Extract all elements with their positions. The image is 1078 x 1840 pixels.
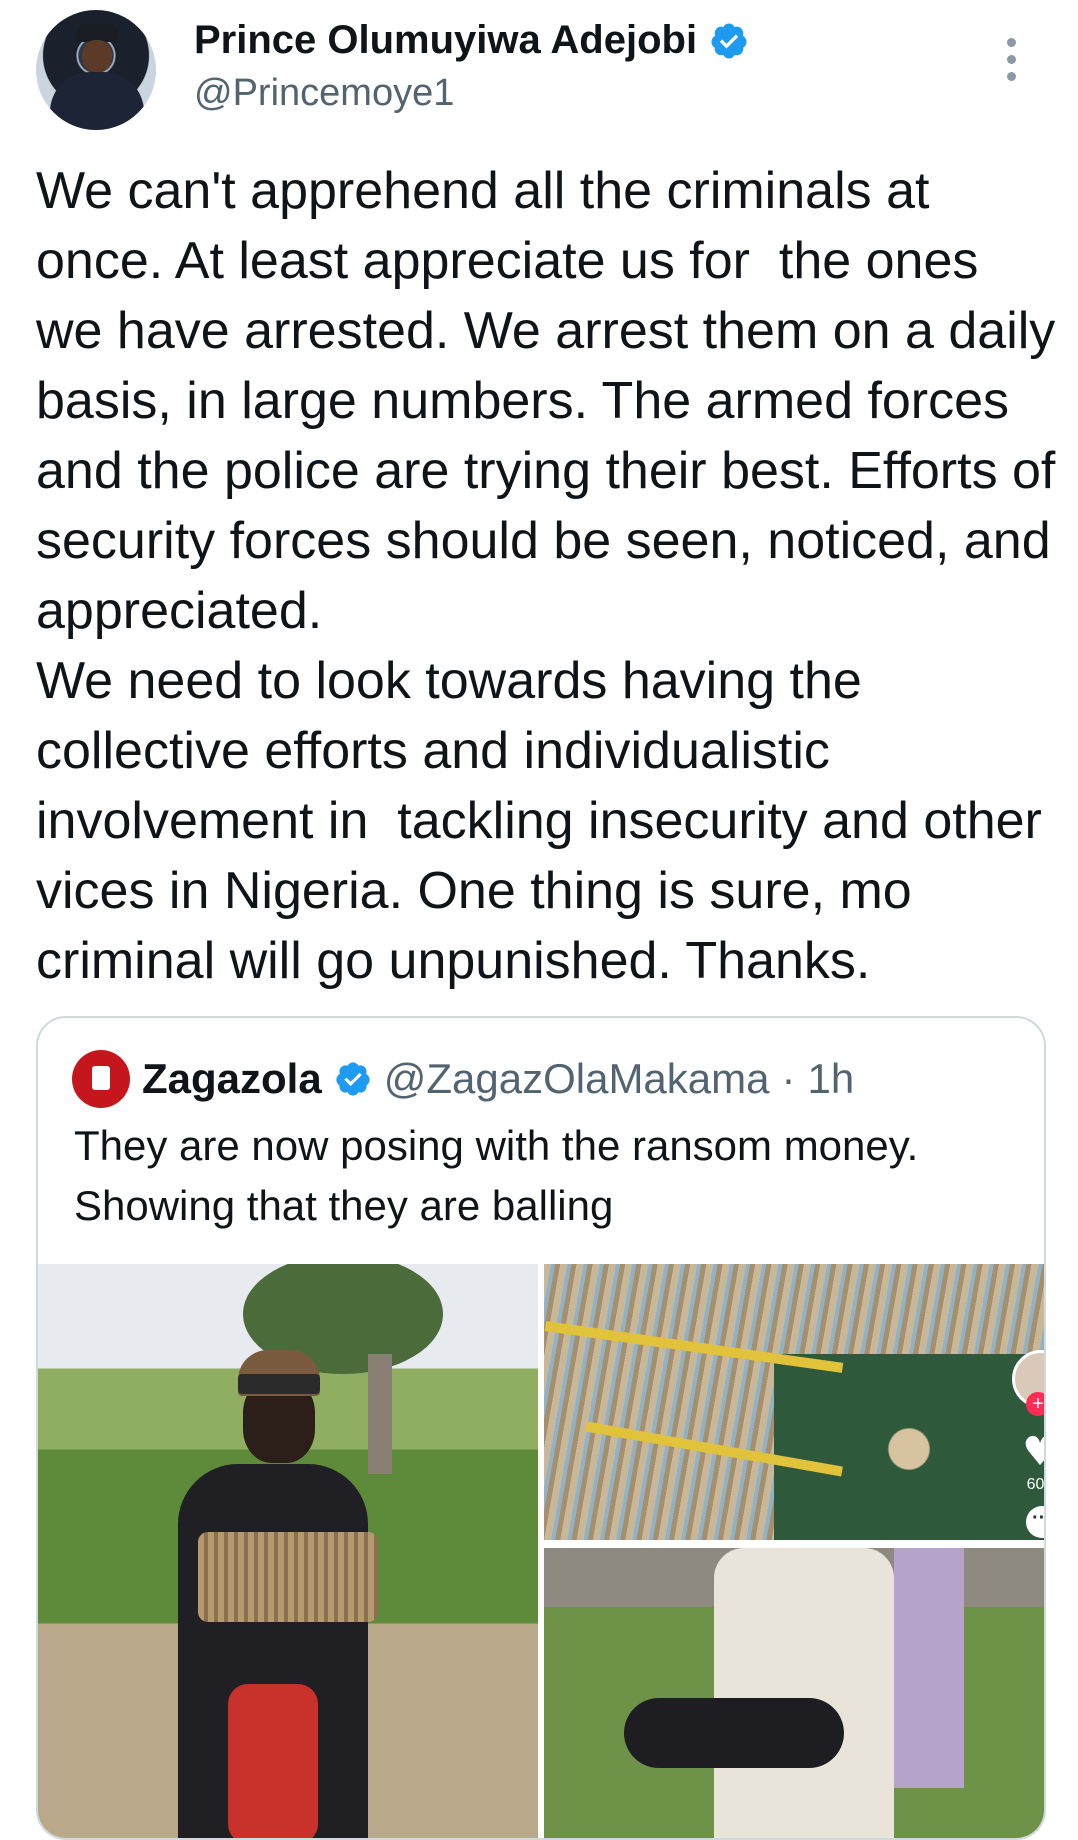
photo-motorcycle [624,1698,844,1768]
photo-person-white-robe [714,1548,894,1838]
more-options-icon[interactable] [1004,38,1018,81]
author-name[interactable]: Prince Olumuyiwa Adejobi [194,18,697,63]
quoted-author-handle[interactable]: @ZagazOlaMakama [384,1055,770,1103]
more-dot [1006,72,1016,81]
heart-icon: ♥ [1020,1432,1044,1472]
overlay-follow-plus-icon: + [1026,1392,1044,1416]
media-photo-man-with-cash[interactable] [38,1264,538,1838]
verified-badge-icon [711,23,747,58]
author-handle[interactable]: @Princemoye1 [194,72,454,115]
quoted-tweet-media-grid: + ♥ 607 ··· [38,1264,1044,1838]
photo-bag [228,1684,318,1838]
photo-tree-trunk [368,1354,392,1474]
tweet-body: We can't apprehend all the criminals at … [36,162,1056,990]
author-name-row: Prince Olumuyiwa Adejobi [194,18,749,63]
separator-dot: · [781,1055,796,1102]
avatar-uniform [50,72,144,130]
quoted-tweet-text: They are now posing with the ransom mone… [74,1122,919,1229]
quoted-tweet-card[interactable]: Zagazola @ZagazOlaMakama · 1h They are n… [36,1016,1046,1840]
media-photo-men-on-motorcycle[interactable] [544,1548,1044,1838]
verified-badge-icon [336,1062,370,1096]
photo-prayer-mat [774,1354,1044,1540]
avatar-face [82,40,112,72]
quoted-author-avatar[interactable] [72,1050,130,1108]
media-photo-cash-stacks[interactable]: + ♥ 607 ··· [544,1264,1044,1540]
quoted-tweet-header: Zagazola @ZagazOlaMakama · 1h [72,1050,854,1108]
photo-person-purple [894,1548,964,1788]
more-dot [1006,55,1016,64]
quoted-tweet-time[interactable]: 1h [808,1055,855,1103]
photo-rubber-band [544,1321,844,1373]
more-dot [1006,38,1016,47]
photo-person-hat [238,1350,320,1396]
photo-cash-bundle [198,1532,378,1622]
author-avatar[interactable] [36,10,156,130]
overlay-like-count: 607 [1026,1476,1044,1493]
quoted-author-name[interactable]: Zagazola [142,1055,322,1103]
